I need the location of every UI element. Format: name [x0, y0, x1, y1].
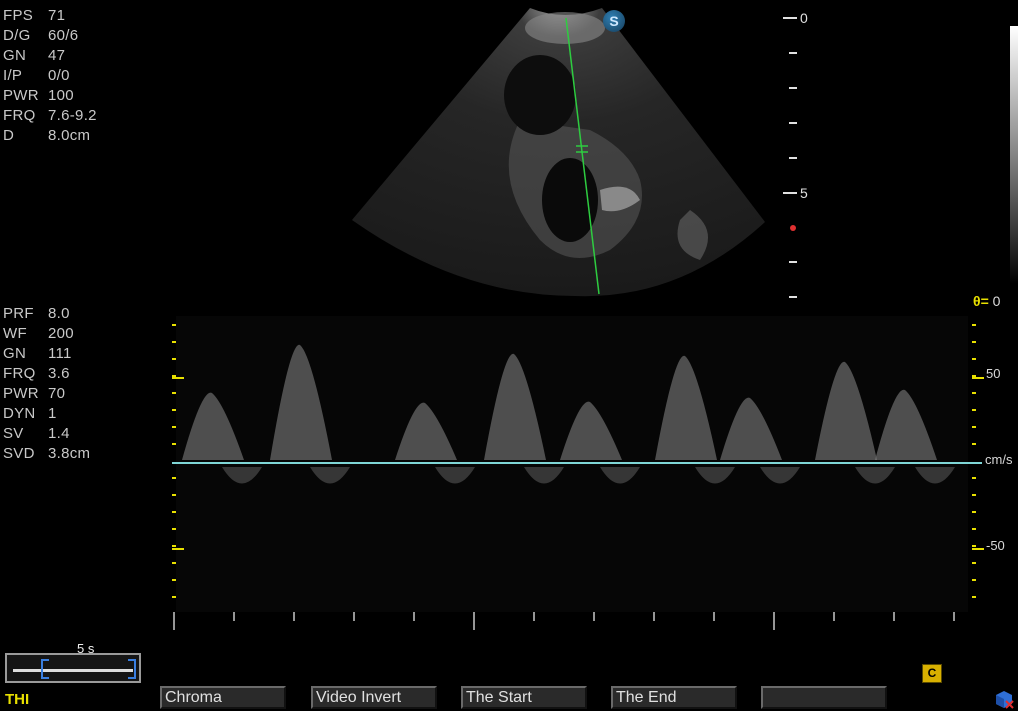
velocity-label-neg: -50	[986, 538, 1005, 553]
doppler-spectrum	[172, 316, 984, 630]
cube-icon[interactable]	[994, 689, 1014, 709]
velocity-label-pos: 50	[986, 366, 1001, 381]
softkey-the-end[interactable]: The End	[611, 686, 737, 709]
softkey-chroma[interactable]: Chroma	[160, 686, 286, 709]
thi-mode-label: THI	[5, 691, 30, 708]
cine-c-icon[interactable]: C	[922, 664, 942, 683]
softkey-video-invert[interactable]: Video Invert	[311, 686, 437, 709]
time-ticks	[173, 612, 955, 630]
softkey-empty[interactable]	[761, 686, 887, 709]
bracket-right	[128, 659, 136, 679]
bracket-left	[41, 659, 49, 679]
velocity-units: cm/s	[985, 452, 1013, 467]
sweep-speed-indicator[interactable]: 5 s	[5, 641, 141, 683]
softkey-the-start[interactable]: The Start	[461, 686, 587, 709]
